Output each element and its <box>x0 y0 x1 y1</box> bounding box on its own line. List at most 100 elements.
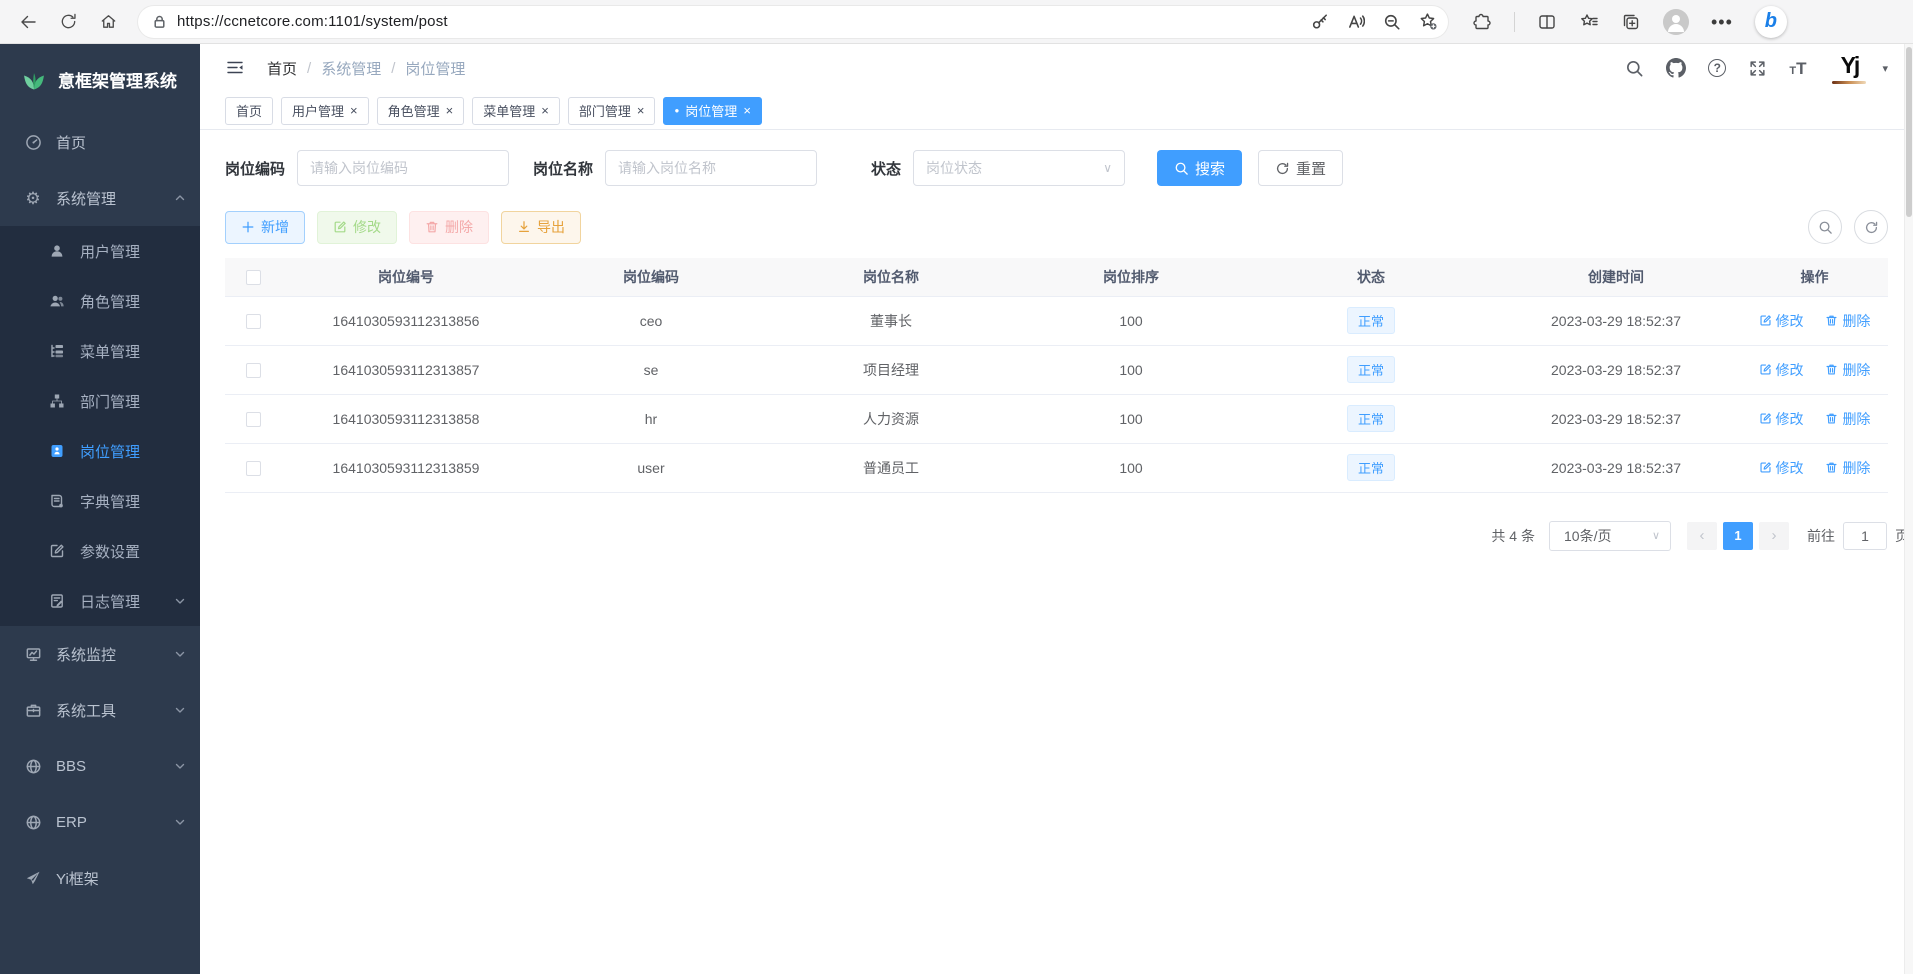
sidebar-item-home[interactable]: 首页 <box>0 114 200 170</box>
table-toolbar: 新增 修改 删除 导出 <box>200 186 1913 244</box>
split-screen-button[interactable] <box>1537 12 1557 32</box>
password-key-icon[interactable] <box>1311 13 1329 31</box>
user-icon <box>48 243 66 259</box>
sidebar-item-roles[interactable]: 角色管理 <box>0 276 200 326</box>
reset-button[interactable]: 重置 <box>1258 150 1343 186</box>
zoom-indicator-icon[interactable] <box>1383 13 1401 31</box>
row-checkbox[interactable] <box>246 314 261 329</box>
breadcrumb-home[interactable]: 首页 <box>267 58 297 79</box>
gear-icon: ⚙ <box>24 190 42 207</box>
refresh-button[interactable] <box>50 5 86 39</box>
bing-chat-button[interactable]: b <box>1755 6 1787 38</box>
sidebar-item-departments[interactable]: 部门管理 <box>0 376 200 426</box>
divider <box>1514 12 1515 32</box>
settings-more-button[interactable]: ••• <box>1711 17 1733 27</box>
sidebar-item-menus[interactable]: 菜单管理 <box>0 326 200 376</box>
sidebar-item-monitoring[interactable]: 系统监控 <box>0 626 200 682</box>
tab-post-management[interactable]: ● 岗位管理 × <box>663 97 761 125</box>
app-title: 意框架管理系统 <box>58 67 177 92</box>
pagination: 共 4 条 10条/页 ∨ ‹ 1 › 前往 页 <box>200 521 1913 551</box>
search-icon <box>1174 161 1189 176</box>
sidebar-toggle[interactable] <box>225 58 245 78</box>
add-favorite-icon[interactable] <box>1419 12 1438 31</box>
select-all-checkbox[interactable] <box>246 270 261 285</box>
row-edit-link[interactable]: 修改 <box>1759 458 1804 478</box>
close-icon[interactable]: × <box>637 104 645 117</box>
refresh-table-button[interactable] <box>1854 210 1888 244</box>
add-button[interactable]: 新增 <box>225 211 305 244</box>
row-delete-link[interactable]: 删除 <box>1825 458 1870 478</box>
post-badge-icon <box>48 443 66 459</box>
next-page-button[interactable]: › <box>1759 522 1789 550</box>
edit-icon <box>333 220 347 234</box>
row-delete-link[interactable]: 删除 <box>1825 311 1870 331</box>
trash-icon <box>1825 363 1838 376</box>
sidebar-item-system[interactable]: ⚙ 系统管理 <box>0 170 200 226</box>
row-edit-link[interactable]: 修改 <box>1759 311 1804 331</box>
read-aloud-icon[interactable] <box>1347 13 1365 31</box>
profile-button[interactable] <box>1663 9 1689 35</box>
github-icon <box>1666 58 1686 78</box>
post-code-label: 岗位编码 <box>225 158 285 179</box>
edit-icon <box>1759 363 1772 376</box>
header-search-button[interactable] <box>1625 59 1644 78</box>
sidebar-item-yi-framework[interactable]: Yi框架 <box>0 850 200 906</box>
page-size-select[interactable]: 10条/页 ∨ <box>1549 521 1671 551</box>
close-icon[interactable]: × <box>446 104 454 117</box>
tab-department-management[interactable]: 部门管理 × <box>568 97 656 125</box>
address-bar[interactable]: https://ccnetcore.com:1101/system/post <box>138 6 1448 38</box>
tags-view-bar: 首页 用户管理 × 角色管理 × 菜单管理 × 部门管理 × ● 岗位管理 × <box>200 92 1913 130</box>
help-button[interactable]: ? <box>1708 59 1726 77</box>
sidebar-item-erp[interactable]: ERP <box>0 794 200 850</box>
app-header: 首页 / 系统管理 / 岗位管理 ? <box>200 44 1913 92</box>
extensions-button[interactable] <box>1472 12 1492 32</box>
github-button[interactable] <box>1666 58 1686 78</box>
back-button[interactable] <box>10 5 46 39</box>
prev-page-button[interactable]: ‹ <box>1687 522 1717 550</box>
sidebar-item-users[interactable]: 用户管理 <box>0 226 200 276</box>
delete-button[interactable]: 删除 <box>409 211 489 244</box>
goto-page-input[interactable] <box>1843 522 1887 550</box>
row-delete-link[interactable]: 删除 <box>1825 360 1870 380</box>
post-name-input[interactable] <box>605 150 817 186</box>
row-checkbox[interactable] <box>246 461 261 476</box>
sidebar-item-logs[interactable]: 日志管理 <box>0 576 200 626</box>
row-edit-link[interactable]: 修改 <box>1759 360 1804 380</box>
sidebar-item-dictionary[interactable]: 字典管理 <box>0 476 200 526</box>
chevron-down-icon: ∨ <box>1652 529 1660 542</box>
export-button[interactable]: 导出 <box>501 211 581 244</box>
search-button[interactable]: 搜索 <box>1157 150 1242 186</box>
sidebar-item-bbs[interactable]: BBS <box>0 738 200 794</box>
collections-button[interactable] <box>1621 12 1641 32</box>
post-code-input[interactable] <box>297 150 509 186</box>
current-page[interactable]: 1 <box>1723 522 1753 550</box>
table-row: 1641030593112313856 ceo 董事长 100 正常 2023-… <box>225 296 1888 345</box>
close-icon[interactable]: × <box>350 104 358 117</box>
sidebar-item-posts[interactable]: 岗位管理 <box>0 426 200 476</box>
toggle-search-button[interactable] <box>1808 210 1842 244</box>
favorites-button[interactable] <box>1579 12 1599 32</box>
close-icon[interactable]: × <box>743 104 751 117</box>
row-delete-link[interactable]: 删除 <box>1825 409 1870 429</box>
refresh-icon <box>59 12 78 31</box>
fullscreen-button[interactable] <box>1748 59 1767 78</box>
font-size-button[interactable]: TT <box>1789 60 1806 77</box>
status-select[interactable]: 岗位状态 ∨ <box>913 150 1125 186</box>
close-icon[interactable]: × <box>541 104 549 117</box>
row-checkbox[interactable] <box>246 412 261 427</box>
row-checkbox[interactable] <box>246 363 261 378</box>
scrollbar-thumb[interactable] <box>1906 47 1912 217</box>
tab-user-management[interactable]: 用户管理 × <box>281 97 369 125</box>
home-button[interactable] <box>90 5 126 39</box>
user-avatar[interactable]: Yj <box>1828 48 1870 88</box>
avatar-caret-icon[interactable]: ▾ <box>1882 62 1888 75</box>
sidebar-item-tools[interactable]: 系统工具 <box>0 682 200 738</box>
row-edit-link[interactable]: 修改 <box>1759 409 1804 429</box>
tab-menu-management[interactable]: 菜单管理 × <box>472 97 560 125</box>
tab-home[interactable]: 首页 <box>225 97 273 125</box>
edit-button[interactable]: 修改 <box>317 211 397 244</box>
refresh-icon <box>1275 161 1290 176</box>
sidebar-item-parameters[interactable]: 参数设置 <box>0 526 200 576</box>
breadcrumb-system: 系统管理 <box>321 58 381 79</box>
tab-role-management[interactable]: 角色管理 × <box>377 97 465 125</box>
